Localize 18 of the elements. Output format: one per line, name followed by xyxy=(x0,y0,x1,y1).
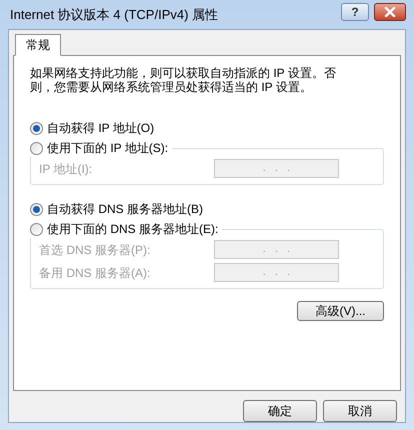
radio-button[interactable] xyxy=(30,222,43,236)
radio-button[interactable] xyxy=(30,202,43,216)
tab[interactable]: 常规 xyxy=(15,34,61,56)
field-label: 备用 DNS 服务器(A): xyxy=(39,264,150,282)
radio-button[interactable] xyxy=(30,122,43,134)
dialog-button[interactable]: 取消 xyxy=(323,400,397,422)
field-label: IP 地址(I): xyxy=(39,160,92,178)
radio-option[interactable]: 使用下面的 DNS 服务器地址(E): xyxy=(30,220,222,238)
advanced-button[interactable]: 高级(V)... xyxy=(297,301,384,321)
help-button[interactable]: ? xyxy=(341,2,369,20)
close-button[interactable] xyxy=(374,2,406,20)
field-label: 首选 DNS 服务器(P): xyxy=(39,242,150,258)
radio-button[interactable] xyxy=(30,142,43,154)
window-title: Internet 协议版本 4 (TCP/IPv4) 属性 xyxy=(9,6,218,24)
dialog-button[interactable]: 确定 xyxy=(243,400,317,422)
description-text: 如果网络支持此功能，则可以获取自动指派的 IP 设置。否则，您需要从网络系统管理员处获得适当的 IP 设置。 xyxy=(30,66,337,94)
radio-option[interactable]: 使用下面的 IP 地址(S): xyxy=(30,139,172,157)
close-icon xyxy=(384,6,396,16)
